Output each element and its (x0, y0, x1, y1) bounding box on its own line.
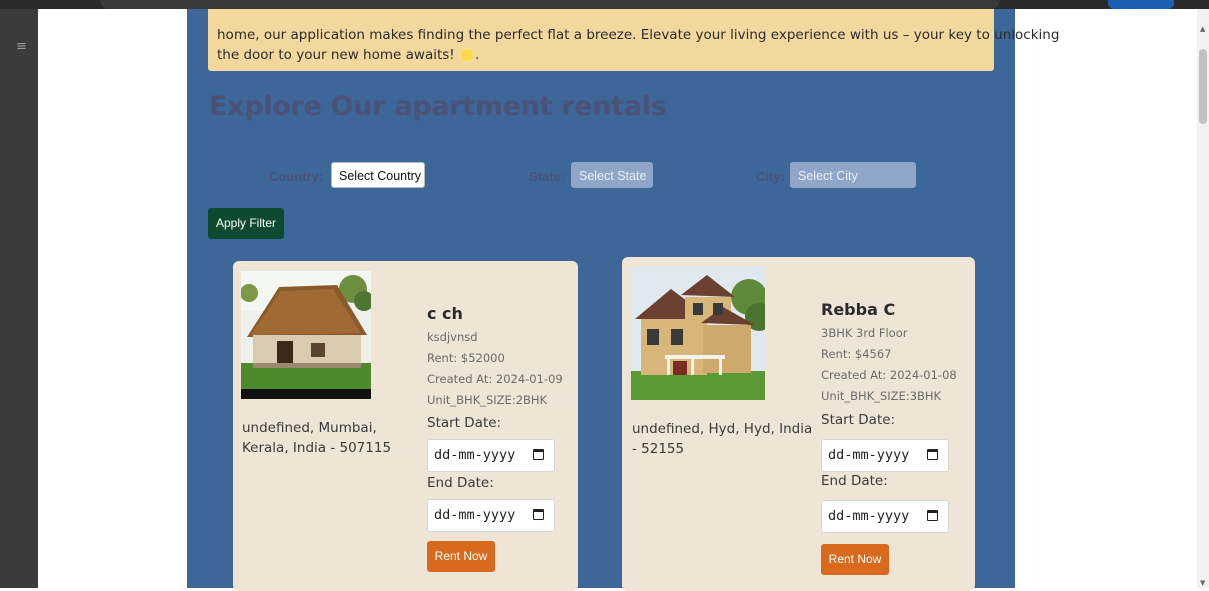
city-select[interactable]: Select City (790, 162, 916, 188)
calendar-icon[interactable] (927, 449, 938, 460)
page-title: Explore Our apartment rentals (209, 91, 667, 122)
listing-rent: Rent: $4567 (821, 347, 892, 361)
welcome-banner: home, our application makes finding the … (208, 9, 1059, 71)
listing-address: undefined, Mumbai, Kerala, India - 50711… (242, 420, 392, 456)
browser-action-button[interactable] (1108, 0, 1174, 9)
scrollbar-thumb[interactable] (1199, 49, 1207, 124)
listing-name: Rebba C (821, 300, 896, 319)
start-date-input[interactable]: dd-mm-yyyy (821, 439, 949, 472)
thatched-hut-image (241, 271, 371, 399)
end-date-input[interactable]: dd-mm-yyyy (821, 500, 949, 533)
listing-created-at: Created At: 2024-01-09 (427, 372, 563, 386)
rent-now-button[interactable]: Rent Now (427, 541, 495, 572)
vertical-scrollbar[interactable]: ▲ ▼ (1197, 9, 1209, 588)
main-content: home, our application makes finding the … (187, 9, 1059, 591)
browser-top-bar (0, 0, 1209, 9)
scroll-up-arrow-icon[interactable]: ▲ (1200, 25, 1205, 33)
left-side-panel: ≡ (0, 9, 38, 588)
banner-line-2-text: the door to your new home awaits! (217, 47, 455, 63)
start-date-label: Start Date: (821, 412, 896, 428)
scroll-down-arrow-icon[interactable]: ▼ (1200, 579, 1205, 587)
start-date-placeholder: dd-mm-yyyy (828, 447, 910, 463)
listing-name: c ch (427, 304, 463, 323)
start-date-input[interactable]: dd-mm-yyyy (427, 439, 555, 472)
listing-card: undefined, Hyd, Hyd, India - 52155 Rebba… (622, 257, 975, 591)
house-image (631, 267, 765, 400)
country-label: Country: (269, 169, 324, 184)
address-bar[interactable] (100, 0, 1000, 9)
end-date-label: End Date: (821, 473, 888, 489)
calendar-icon[interactable] (533, 509, 544, 520)
listing-card: undefined, Mumbai, Kerala, India - 50711… (233, 261, 578, 591)
property-image (241, 271, 371, 399)
listing-unit-size: Unit_BHK_SIZE:2BHK (427, 393, 548, 407)
calendar-icon[interactable] (533, 449, 544, 460)
end-date-placeholder: dd-mm-yyyy (434, 507, 516, 523)
state-label: State: (529, 169, 566, 184)
listing-description: ksdjvnsd (427, 330, 478, 344)
end-date-placeholder: dd-mm-yyyy (828, 508, 910, 524)
end-date-input[interactable]: dd-mm-yyyy (427, 499, 555, 532)
apply-filter-button[interactable]: Apply Filter (208, 208, 284, 239)
listing-address: undefined, Hyd, Hyd, India - 52155 (632, 421, 813, 457)
listing-created-at: Created At: 2024-01-08 (821, 368, 957, 382)
state-select[interactable]: Select State (571, 162, 653, 188)
listing-unit-size: Unit_BHK_SIZE:3BHK (821, 389, 942, 403)
rent-now-button[interactable]: Rent Now (821, 544, 889, 575)
city-label: City: (756, 169, 785, 184)
listing-description: 3BHK 3rd Floor (821, 326, 908, 340)
start-date-placeholder: dd-mm-yyyy (434, 447, 516, 463)
banner-line-2-end: . (475, 47, 480, 63)
menu-icon[interactable]: ≡ (16, 39, 27, 54)
property-image (631, 267, 765, 400)
banner-line-1: home, our application makes finding the … (217, 27, 1060, 43)
end-date-label: End Date: (427, 475, 494, 491)
sun-emoji-icon (461, 49, 473, 61)
country-select[interactable]: Select Country (331, 162, 425, 188)
start-date-label: Start Date: (427, 415, 502, 431)
listing-rent: Rent: $52000 (427, 351, 505, 365)
calendar-icon[interactable] (927, 510, 938, 521)
banner-line-2: the door to your new home awaits! . (217, 45, 479, 65)
